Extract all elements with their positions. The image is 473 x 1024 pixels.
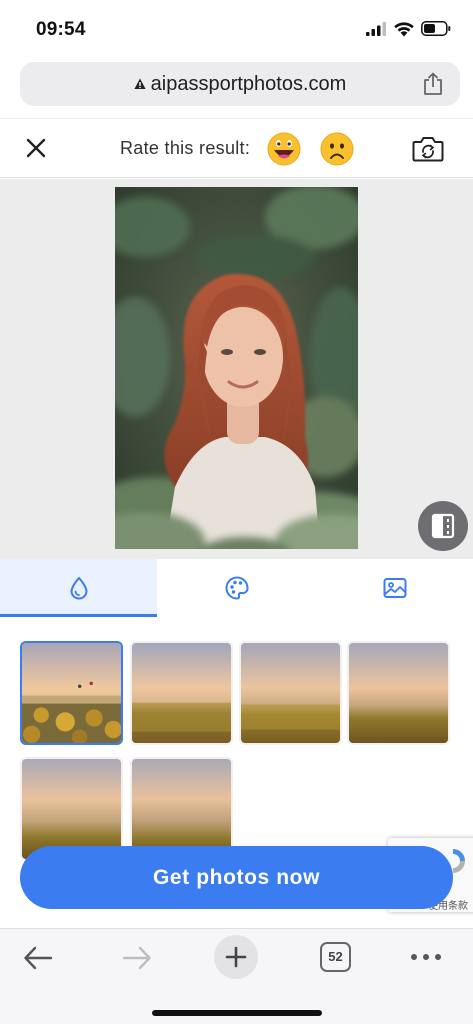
happy-emoji-icon[interactable] [266,131,302,167]
photo-preview-area [0,179,473,559]
more-options-icon[interactable] [410,951,442,963]
camera-rotate-icon[interactable] [412,133,444,163]
get-photos-button[interactable]: Get photos now [20,846,453,909]
tab-bar [0,559,473,617]
compare-button[interactable] [418,501,468,551]
browser-toolbar: 52 [0,928,473,1024]
background-option[interactable] [20,641,123,745]
drop-icon [70,577,88,600]
new-tab-button[interactable] [214,935,258,979]
plus-icon [225,946,247,968]
share-icon[interactable] [422,72,444,96]
result-photo [115,187,358,549]
background-option[interactable] [239,641,342,745]
tab-background-image[interactable] [316,559,473,617]
tab-background-color[interactable] [0,559,157,617]
status-bar: 09:54 [0,0,473,58]
background-option[interactable] [130,641,233,745]
rate-label: Rate this result: [120,138,251,158]
image-icon [383,578,407,598]
back-arrow-icon[interactable] [22,943,54,973]
palette-icon [225,576,249,600]
url-display[interactable]: aipassportphotos.com [20,62,460,106]
warning-lock-icon [134,78,146,89]
home-indicator [152,1010,322,1016]
tab-palette[interactable] [158,559,315,617]
background-option[interactable] [347,641,450,745]
address-bar[interactable]: aipassportphotos.com [20,62,460,106]
cellular-signal-icon [366,22,386,36]
compare-icon [431,513,455,539]
battery-icon [421,21,451,36]
forward-arrow-icon[interactable] [121,943,153,973]
status-time: 09:54 [36,19,86,40]
sad-emoji-icon[interactable] [319,131,355,167]
close-icon[interactable] [24,136,48,160]
result-toolbar: Rate this result: [0,118,473,178]
wifi-icon [394,22,414,37]
url-text: aipassportphotos.com [150,73,347,95]
tabs-count-button[interactable]: 52 [320,942,351,972]
